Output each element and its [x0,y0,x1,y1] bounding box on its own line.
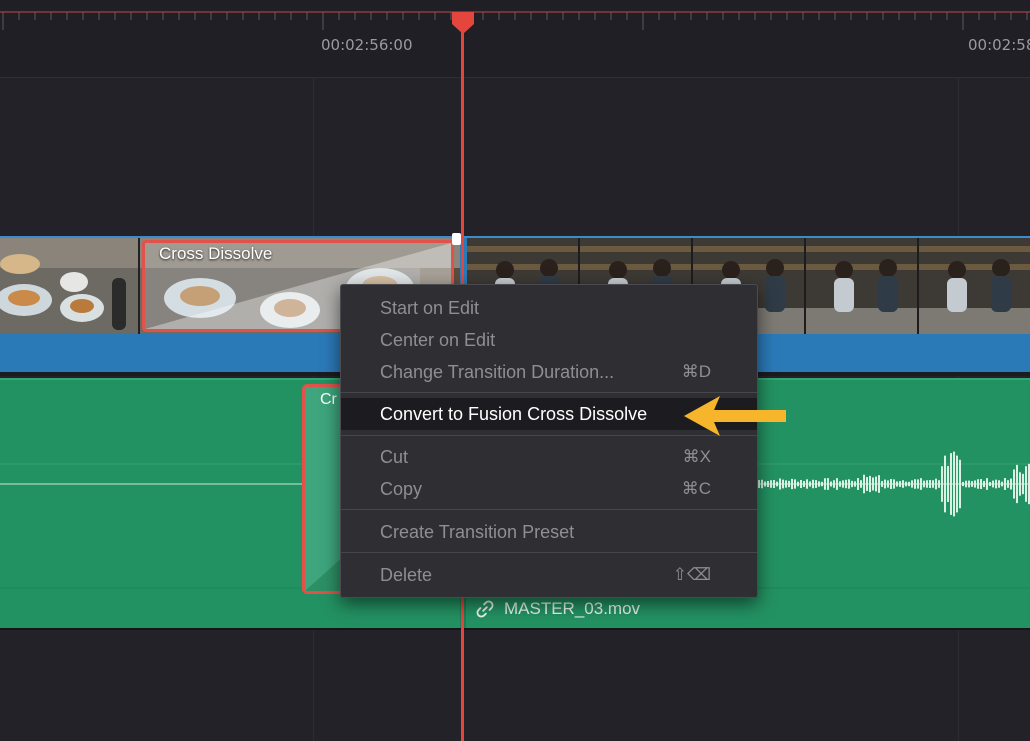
menu-item-label: Start on Edit [380,297,480,318]
timecode-label: 00:02:56:00 [321,36,413,54]
timeline-ruler[interactable]: 00:02:56:00 00:02:58 [0,0,1030,78]
video-thumbnail-frame [919,238,1030,334]
menu-separator [341,392,757,393]
timeline-window: 00:02:56:00 00:02:58 Cross Dissolve Cr M… [0,0,1030,741]
menu-item-label: Create Transition Preset [380,521,575,542]
menu-item-label: Delete [380,564,433,585]
clip-filename: MASTER_03.mov [504,599,641,618]
menu-item-label: Convert to Fusion Cross Dissolve [380,403,648,424]
menu-item-create-transition-preset[interactable]: Create Transition Preset [341,516,757,548]
menu-item-shortcut: ⇧⌫ [672,565,711,584]
arrow-left-icon [684,396,786,436]
menu-item-label: Center on Edit [380,329,496,350]
menu-separator [341,552,757,553]
audio-transition-label: Cr [320,391,337,408]
menu-item-shortcut: ⌘D [681,362,711,381]
menu-item-label: Change Transition Duration... [380,361,615,382]
transition-label: Cross Dissolve [159,244,273,263]
track-separator [0,628,1030,630]
menu-separator [341,509,757,510]
menu-item-center-on-edit[interactable]: Center on Edit [341,324,757,356]
menu-item-shortcut: ⌘X [682,447,711,466]
menu-item-copy[interactable]: Copy ⌘C [341,473,757,505]
menu-item-label: Copy [380,478,423,499]
ruler-divider [0,77,1030,78]
menu-item-delete[interactable]: Delete ⇧⌫ [341,559,757,591]
link-icon [476,600,494,618]
video-thumbnail-frame [806,238,919,334]
menu-item-change-transition-duration[interactable]: Change Transition Duration... ⌘D [341,356,757,388]
menu-item-label: Cut [380,446,409,467]
menu-item-start-on-edit[interactable]: Start on Edit [341,292,757,324]
playhead-icon[interactable] [451,12,475,36]
timecode-label: 00:02:58 [968,36,1030,54]
ruler-ticks [0,11,1030,30]
transition-context-menu: Start on Edit Center on Edit Change Tran… [340,284,758,598]
edit-point-handle[interactable] [452,233,461,245]
menu-item-cut[interactable]: Cut ⌘X [341,441,757,473]
audio-clip-name[interactable]: MASTER_03.mov [474,598,640,620]
menu-item-shortcut: ⌘C [681,479,711,498]
